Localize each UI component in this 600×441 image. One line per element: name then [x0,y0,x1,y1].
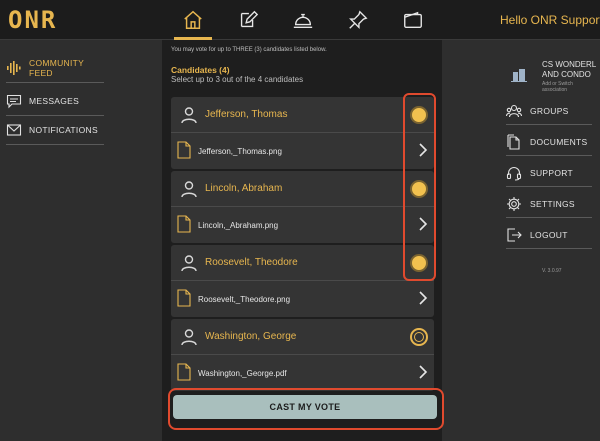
home-icon [184,10,202,29]
nav-pin[interactable] [343,0,373,40]
sound-wave-icon [7,60,21,75]
onr-logo[interactable]: ONR [8,6,58,34]
chevron-right-icon [419,365,428,379]
candidate-file-name: Jefferson,_Thomas.png [198,147,282,156]
association-subtext: Add or Switch association [542,81,573,93]
main-nav [162,0,442,40]
gear-icon [507,196,521,211]
file-icon [177,215,191,233]
candidate-file-row[interactable]: Lincoln,_Abraham.png [171,207,434,243]
chevron-right-icon [419,291,428,305]
file-icon [177,289,191,307]
candidate-file-name: Washington,_George.pdf [198,369,287,378]
nav-home[interactable] [174,0,212,40]
envelope-icon [6,123,22,136]
candidate-file-row[interactable]: Jefferson,_Thomas.png [171,133,434,169]
association-name: CS WONDERL AND CONDO [542,60,596,79]
nav-wallet[interactable] [398,0,428,40]
vote-notice: You may vote for up to THREE (3) candida… [171,47,327,53]
candidate-file-row[interactable]: Washington,_George.pdf [171,355,434,391]
candidate-file-row[interactable]: Roosevelt,_Theodore.png [171,281,434,317]
cast-vote-highlight: CAST MY VOTE [168,388,444,430]
sidebar-item-label: DOCUMENTS [530,136,588,147]
person-icon [181,255,197,272]
sidebar-item-settings[interactable]: SETTINGS [506,190,592,218]
sidebar-item-documents[interactable]: DOCUMENTS [506,128,592,156]
file-icon [177,141,191,159]
sidebar-item-notifications[interactable]: NOTIFICATIONS [6,115,104,145]
sidebar-item-label: SETTINGS [530,198,575,209]
headset-icon [506,166,522,181]
sidebar-item-label: MESSAGES [29,95,80,106]
building-icon [511,69,527,82]
file-icon [177,363,191,381]
top-bar: ONR Hello ONR Support - C [0,0,600,40]
wallet-icon [404,11,422,29]
chat-icon [6,94,22,108]
sidebar-item-support[interactable]: SUPPORT [506,159,592,187]
candidate-name: Washington, George [205,331,297,342]
candidate-name: Jefferson, Thomas [205,109,288,120]
candidate-row[interactable]: Lincoln, Abraham [171,171,434,207]
groups-icon [506,104,522,117]
candidate-row[interactable]: Washington, George [171,319,434,355]
candidate-name: Roosevelt, Theodore [205,257,298,268]
person-icon [181,181,197,198]
sidebar-item-label: GROUPS [530,105,569,116]
logout-icon [507,227,522,242]
sidebar-item-label: SUPPORT [530,167,574,178]
candidate-card: Lincoln, Abraham Lincoln,_Abraham.png [171,171,434,243]
person-icon [181,329,197,346]
nav-document-edit[interactable] [233,0,263,40]
nav-concierge[interactable] [288,0,318,40]
sidebar-item-community-feed[interactable]: COMMUNITY FEED [6,53,104,83]
candidate-radio[interactable] [410,328,428,346]
candidate-card: Jefferson, Thomas Jefferson,_Thomas.png [171,97,434,169]
sidebar-item-messages[interactable]: MESSAGES [6,86,104,116]
logo-text: ONR [8,6,58,34]
candidate-row[interactable]: Jefferson, Thomas [171,97,434,133]
pushpin-icon [349,10,368,29]
candidate-file-name: Lincoln,_Abraham.png [198,221,279,230]
person-icon [181,107,197,124]
candidate-file-name: Roosevelt,_Theodore.png [198,295,291,304]
candidates-subtitle: Select up to 3 out of the 4 candidates [171,75,304,84]
pencil-document-icon [240,10,259,28]
sidebar-item-label: LOGOUT [530,229,568,240]
candidate-card: Roosevelt, Theodore Roosevelt,_Theodore.… [171,245,434,317]
sidebar-item-label: NOTIFICATIONS [29,124,98,135]
candidate-card: Washington, George Washington,_George.pd… [171,319,434,391]
cast-vote-button[interactable]: CAST MY VOTE [173,395,437,419]
documents-icon [507,133,520,150]
app-version: V. 3.0.97 [542,268,562,274]
association-switcher[interactable]: CS WONDERL AND CONDO Add or Switch assoc… [508,60,600,100]
service-bell-icon [293,13,313,29]
candidates-title: Candidates (4) [171,65,230,75]
candidate-row[interactable]: Roosevelt, Theodore [171,245,434,281]
vote-panel: You may vote for up to THREE (3) candida… [162,40,444,441]
sidebar-item-logout[interactable]: LOGOUT [506,221,592,249]
user-greeting[interactable]: Hello ONR Support - C [500,0,600,40]
sidebar-item-label: COMMUNITY FEED [29,57,84,78]
radio-highlight-box [403,93,436,281]
sidebar-item-groups[interactable]: GROUPS [506,97,592,125]
candidate-name: Lincoln, Abraham [205,183,283,194]
